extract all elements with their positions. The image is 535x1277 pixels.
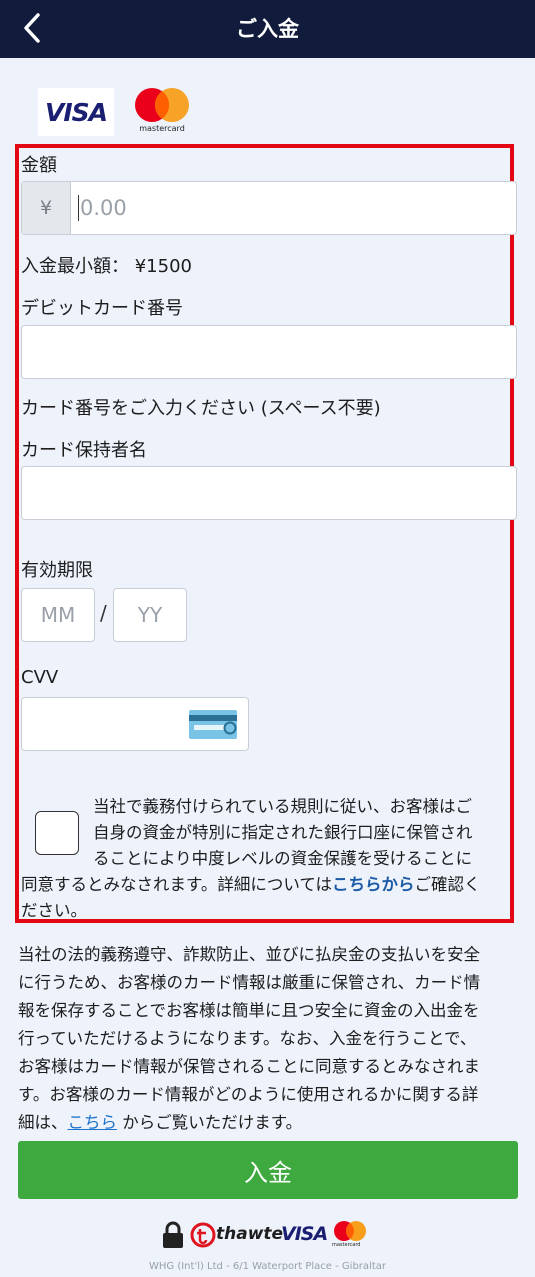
info-line-6: す。お客様のカード情報がどのように使用されるかに関する詳: [18, 1085, 479, 1104]
mastercard-logo: mastercard: [130, 86, 194, 138]
expiry-label: 有効期限: [21, 560, 93, 581]
consent-text-line-4-prefix: 同意するとみなされます。詳細については: [21, 875, 333, 894]
amount-placeholder: 0.00: [80, 196, 127, 220]
card-storage-info: 当社の法的義務遵守、詐欺防止、並びに払戻金の支払いを安全 に行うため、お客様のカ…: [18, 941, 480, 1137]
mastercard-logo-text: mastercard: [139, 124, 185, 133]
text-caret: [78, 195, 79, 221]
thawte-logo-text: thawte: [216, 1224, 284, 1244]
app-header: ご入金: [0, 0, 535, 58]
page-title: ご入金: [236, 17, 299, 41]
currency-symbol: ¥: [22, 182, 71, 234]
footer-mastercard-text: mastercard: [332, 1242, 361, 1248]
consent-text-line-4: 同意するとみなされます。詳細についてはこちらからご確認く: [21, 872, 481, 897]
expiry-separator: /: [100, 601, 107, 625]
expiry-month-input[interactable]: MM: [21, 588, 95, 642]
thawte-logo-icon: [190, 1222, 216, 1248]
expiry-month-placeholder: MM: [40, 603, 76, 627]
consent-text-line-2: 自身の資金が特別に指定された銀行口座に保管され: [93, 823, 473, 842]
min-deposit-text: 入金最小額： ¥1500: [21, 256, 192, 277]
card-number-label: デビットカード番号: [21, 298, 183, 319]
expiry-year-input[interactable]: YY: [113, 588, 187, 642]
credit-card-icon: [189, 710, 237, 739]
security-logos: thawte VISA mastercard: [160, 1220, 370, 1250]
amount-label: 金額: [21, 155, 57, 176]
info-line-2: に行うため、お客様のカード情報は厳重に保管され、カード情: [18, 973, 481, 992]
info-line-5: お客様はカード情報が保管されることに同意するとみなされま: [18, 1057, 480, 1076]
consent-text-line-1: 当社で義務付けられている規則に従い、お客様はご: [93, 797, 473, 816]
amount-input[interactable]: 0.00: [78, 182, 127, 234]
card-number-input[interactable]: [21, 325, 517, 379]
info-line-7-suffix: からご覧いただけます。: [117, 1113, 303, 1132]
consent-text-line-5: ださい。: [21, 901, 87, 920]
visa-logo: VISA: [38, 88, 114, 136]
info-line-7: 細は、こちら からご覧いただけます。: [18, 1109, 480, 1137]
consent-text-line-4-suffix: ご確認く: [414, 875, 481, 894]
info-line-7-prefix: 細は、: [18, 1113, 68, 1132]
expiry-year-placeholder: YY: [137, 603, 163, 627]
deposit-form: 金額 ¥ 0.00 入金最小額： ¥1500 デビットカード番号 カード番号をご…: [15, 144, 517, 923]
company-address: WHG (Int'l) Ltd - 6/1 Waterport Place - …: [149, 1261, 386, 1272]
card-number-hint: カード番号をご入力ください (スペース不要): [21, 398, 381, 419]
card-usage-link[interactable]: こちら: [68, 1113, 118, 1132]
cvv-label: CVV: [21, 667, 59, 688]
consent-checkbox[interactable]: [35, 811, 79, 855]
deposit-submit-button[interactable]: 入金: [18, 1141, 518, 1199]
consent-text-line-3: ることにより中度レベルの資金保護を受けることに: [93, 849, 473, 868]
amount-field[interactable]: ¥ 0.00: [21, 181, 517, 235]
visa-logo-text: VISA: [44, 97, 108, 127]
lock-icon: [163, 1221, 183, 1248]
info-line-1: 当社の法的義務遵守、詐欺防止、並びに払戻金の支払いを安全: [18, 945, 480, 964]
footer-mastercard-icon: [334, 1221, 366, 1241]
footer-visa-logo: VISA: [281, 1223, 328, 1245]
consent-details-link[interactable]: こちらから: [332, 875, 415, 894]
info-line-4: 行っていただけるようになります。なお、入金を行うことで、: [18, 1029, 477, 1048]
mastercard-circles-icon: [135, 88, 189, 122]
card-holder-label: カード保持者名: [21, 440, 147, 461]
info-line-3: 報を保存することでお客様は簡単に且つ安全に資金の入出金を: [18, 1001, 480, 1020]
cvv-input[interactable]: [21, 697, 249, 751]
card-holder-input[interactable]: [21, 466, 517, 520]
